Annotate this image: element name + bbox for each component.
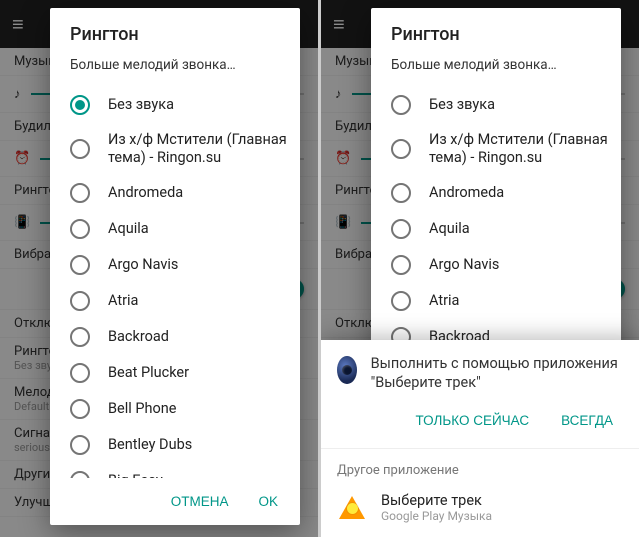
radio-icon bbox=[70, 399, 90, 419]
radio-icon bbox=[391, 255, 411, 275]
ringtone-option[interactable]: Atria bbox=[70, 283, 292, 319]
ringtone-option[interactable]: Bentley Dubs bbox=[70, 427, 292, 463]
other-app-row[interactable]: Выберите трек Google Play Музыка bbox=[321, 484, 639, 537]
ok-button[interactable]: OK bbox=[246, 486, 290, 517]
just-once-button[interactable]: ТОЛЬКО СЕЙЧАС bbox=[404, 405, 542, 436]
ringtone-option[interactable]: Big Easy bbox=[70, 463, 292, 478]
radio-icon bbox=[70, 327, 90, 347]
ringtone-option-label: Bentley Dubs bbox=[108, 436, 192, 454]
app-icon bbox=[337, 356, 357, 384]
ringtone-option[interactable]: Bell Phone bbox=[70, 391, 292, 427]
dialog-title: Рингтон bbox=[371, 8, 621, 51]
ringtone-option[interactable]: Backroad bbox=[70, 319, 292, 355]
other-app-header: Другое приложение bbox=[321, 449, 639, 484]
ringtone-option-label: Из х/ф Мстители (Главная тема) - Ringon.… bbox=[429, 131, 613, 167]
radio-icon bbox=[70, 183, 90, 203]
ringtone-dialog: Рингтон Больше мелодий звонка… Без звука… bbox=[50, 8, 300, 525]
ringtone-option[interactable]: Argo Navis bbox=[70, 247, 292, 283]
sheet-prompt: Выполнить с помощью приложения "Выберите… bbox=[371, 354, 623, 393]
radio-icon bbox=[391, 291, 411, 311]
ringtone-option[interactable]: Andromeda bbox=[391, 175, 613, 211]
radio-icon bbox=[391, 139, 411, 159]
open-with-sheet: Выполнить с помощью приложения "Выберите… bbox=[321, 340, 639, 537]
radio-icon bbox=[70, 471, 90, 478]
other-app-subtitle: Google Play Музыка bbox=[381, 509, 492, 523]
ringtone-option-label: Без звука bbox=[108, 96, 174, 114]
other-app-title: Выберите трек bbox=[381, 492, 492, 509]
ringtone-option-label: Без звука bbox=[429, 96, 495, 114]
radio-icon bbox=[70, 255, 90, 275]
ringtone-option[interactable]: Andromeda bbox=[70, 175, 292, 211]
more-ringtones-link[interactable]: Больше мелодий звонка… bbox=[371, 51, 621, 87]
ringtone-option[interactable]: Beat Plucker bbox=[70, 355, 292, 391]
ringtone-option-label: Andromeda bbox=[108, 184, 183, 202]
ringtone-option-label: Atria bbox=[429, 292, 459, 310]
ringtone-option-label: Из х/ф Мстители (Главная тема) - Ringon.… bbox=[108, 131, 292, 167]
radio-icon bbox=[70, 219, 90, 239]
radio-icon bbox=[391, 219, 411, 239]
radio-icon bbox=[391, 183, 411, 203]
ringtone-option-label: Andromeda bbox=[429, 184, 504, 202]
radio-icon bbox=[391, 95, 411, 115]
ringtone-option-label: Aquila bbox=[429, 220, 470, 238]
ringtone-option[interactable]: Argo Navis bbox=[391, 247, 613, 283]
dialog-title: Рингтон bbox=[50, 8, 300, 51]
ringtone-option-label: Backroad bbox=[108, 328, 169, 346]
ringtone-option[interactable]: Atria bbox=[391, 283, 613, 319]
radio-icon bbox=[70, 291, 90, 311]
more-ringtones-link[interactable]: Больше мелодий звонка… bbox=[50, 51, 300, 87]
ringtone-option-label: Bell Phone bbox=[108, 400, 176, 418]
radio-icon bbox=[70, 363, 90, 383]
ringtone-option-label: Argo Navis bbox=[429, 256, 499, 274]
ringtone-option[interactable]: Из х/ф Мстители (Главная тема) - Ringon.… bbox=[391, 123, 613, 175]
radio-icon bbox=[70, 95, 90, 115]
always-button[interactable]: ВСЕГДА bbox=[549, 405, 625, 436]
radio-icon bbox=[70, 435, 90, 455]
ringtone-option[interactable]: Из х/ф Мстители (Главная тема) - Ringon.… bbox=[70, 123, 292, 175]
ringtone-option-list: Без звука Из х/ф Мстители (Главная тема) … bbox=[371, 87, 621, 365]
cancel-button[interactable]: ОТМЕНА bbox=[159, 486, 241, 517]
radio-icon bbox=[70, 139, 90, 159]
ringtone-option[interactable]: Aquila bbox=[391, 211, 613, 247]
ringtone-option-list: Без звука Из х/ф Мстители (Главная тема) … bbox=[50, 87, 300, 478]
ringtone-dialog: Рингтон Больше мелодий звонка… Без звука… bbox=[371, 8, 621, 365]
ringtone-option[interactable]: Без звука bbox=[70, 87, 292, 123]
ringtone-option-label: Argo Navis bbox=[108, 256, 178, 274]
ringtone-option-label: Aquila bbox=[108, 220, 149, 238]
ringtone-option[interactable]: Aquila bbox=[70, 211, 292, 247]
play-music-icon bbox=[337, 493, 367, 523]
ringtone-option-label: Beat Plucker bbox=[108, 364, 189, 382]
ringtone-option[interactable]: Без звука bbox=[391, 87, 613, 123]
ringtone-option-label: Atria bbox=[108, 292, 138, 310]
